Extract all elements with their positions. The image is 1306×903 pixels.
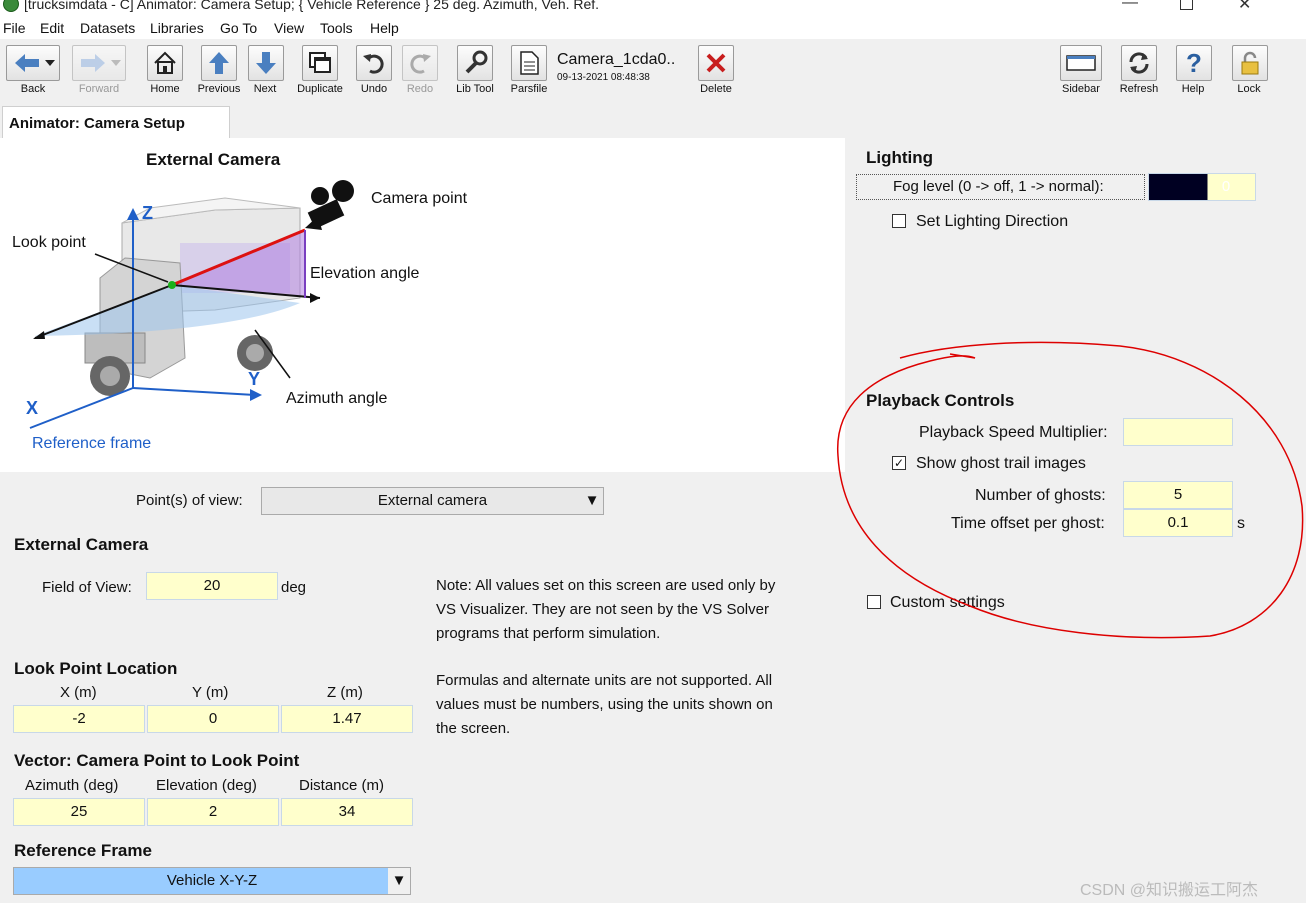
parsfile-button[interactable]: Parsfile — [508, 45, 550, 95]
redo-button[interactable]: Redo — [402, 45, 438, 95]
next-button[interactable]: Next — [248, 45, 284, 95]
menu-file[interactable]: File — [3, 20, 26, 36]
pov-value: External camera — [377, 492, 488, 509]
look-y-input[interactable]: 0 — [147, 705, 279, 733]
set-lighting-checkbox[interactable] — [892, 214, 906, 228]
sidebar-button[interactable]: Sidebar — [1060, 45, 1102, 95]
document-icon — [511, 45, 547, 81]
chevron-down-icon: ▼ — [584, 492, 600, 509]
chevron-down-icon: ▼ — [388, 868, 410, 894]
redo-icon — [402, 45, 438, 81]
reference-frame-label: Reference frame — [32, 435, 152, 452]
look-z-input[interactable]: 1.47 — [281, 705, 413, 733]
back-button[interactable]: Back — [6, 45, 60, 95]
delete-button[interactable]: Delete — [696, 45, 736, 95]
refresh-button[interactable]: Refresh — [1118, 45, 1160, 95]
watermark: CSDN @知识搬运工阿杰 — [1080, 882, 1259, 899]
lock-button[interactable]: Lock — [1232, 45, 1268, 95]
home-button[interactable]: Home — [146, 45, 184, 95]
y-axis-label: Y — [248, 369, 261, 389]
look-z-col: Z (m) — [327, 684, 363, 701]
fov-unit: deg — [281, 579, 307, 596]
arrow-right-icon — [72, 45, 126, 81]
minimize-icon[interactable]: — — [1122, 0, 1138, 12]
look-x-col: X (m) — [60, 684, 97, 701]
elevation-col: Elevation (deg) — [156, 777, 257, 794]
home-icon — [147, 45, 183, 81]
red-annotation-circle — [837, 341, 1304, 639]
x-axis-label: X — [26, 398, 39, 418]
toolbar: Back Forward Home Previous Next Duplicat… — [0, 39, 1270, 101]
duplicate-button[interactable]: Duplicate — [294, 45, 346, 95]
camera-diagram: External Camera Camera point Look point … — [0, 138, 845, 472]
previous-button[interactable]: Previous — [196, 45, 242, 95]
vector-header: Vector: Camera Point to Look Point — [14, 751, 300, 770]
elevation-angle-label: Elevation angle — [310, 265, 420, 282]
look-point-label: Look point — [12, 234, 86, 251]
maximize-icon[interactable] — [1180, 0, 1193, 10]
help-question-icon: ? — [1176, 45, 1212, 81]
note-paragraph-2: Formulas and alternate units are not sup… — [436, 672, 773, 737]
dataset-date: 09-13-2021 08:48:38 — [557, 72, 650, 83]
pov-dropdown[interactable]: External camera ▼ — [261, 487, 604, 515]
arrow-down-icon — [248, 45, 284, 81]
look-point-header: Look Point Location — [14, 659, 178, 678]
menu-view[interactable]: View — [274, 20, 304, 36]
title-bar: [trucksimdata - C] Animator: Camera Setu… — [0, 0, 1306, 17]
azimuth-col: Azimuth (deg) — [25, 777, 119, 794]
arrow-left-icon — [6, 45, 60, 81]
forward-button[interactable]: Forward — [72, 45, 126, 95]
look-x-input[interactable]: -2 — [13, 705, 145, 733]
pov-label: Point(s) of view: — [136, 492, 243, 509]
help-button[interactable]: ? Help — [1176, 45, 1212, 95]
reference-frame-value: Vehicle X-Y-Z — [166, 872, 258, 889]
duplicate-icon — [302, 45, 338, 81]
close-icon[interactable]: ✕ — [1238, 0, 1251, 14]
dataset-name: Camera_1cda0.. — [557, 51, 676, 68]
refresh-icon — [1121, 45, 1157, 81]
lighting-header: Lighting — [866, 148, 934, 167]
delete-x-icon — [698, 45, 734, 81]
wrench-icon — [457, 45, 493, 81]
menu-edit[interactable]: Edit — [40, 20, 64, 36]
fog-input[interactable]: 0 — [1148, 173, 1256, 201]
azimuth-input[interactable]: 25 — [13, 798, 145, 826]
menu-libraries[interactable]: Libraries — [150, 20, 204, 36]
azimuth-angle-label: Azimuth angle — [286, 390, 388, 407]
menu-datasets[interactable]: Datasets — [80, 20, 135, 36]
fov-label: Field of View: — [42, 579, 132, 596]
note-paragraph-1: Note: All values set on this screen are … — [436, 577, 776, 642]
menu-bar: File Edit Datasets Libraries Go To View … — [0, 17, 1306, 39]
fov-input[interactable]: 20 — [146, 572, 278, 600]
truck-diagram-graphic — [29, 180, 354, 429]
window-title: [trucksimdata - C] Animator: Camera Setu… — [24, 0, 600, 12]
distance-col: Distance (m) — [299, 777, 385, 794]
menu-tools[interactable]: Tools — [320, 20, 353, 36]
fog-label: Fog level (0 -> off, 1 -> normal): — [856, 174, 1145, 200]
z-axis-label: Z — [142, 203, 153, 223]
elevation-input[interactable]: 2 — [147, 798, 279, 826]
reference-frame-header: Reference Frame — [14, 841, 152, 860]
camera-point-label: Camera point — [371, 190, 468, 207]
sidebar-icon — [1060, 45, 1102, 81]
diagram-title: External Camera — [146, 150, 281, 169]
look-y-col: Y (m) — [192, 684, 229, 701]
lib-tool-button[interactable]: Lib Tool — [452, 45, 498, 95]
tab-camera-setup[interactable]: Animator: Camera Setup — [2, 106, 230, 138]
menu-goto[interactable]: Go To — [220, 20, 257, 36]
undo-button[interactable]: Undo — [356, 45, 392, 95]
menu-help[interactable]: Help — [370, 20, 399, 36]
tab-strip: Animator: Camera Setup — [0, 104, 1270, 139]
set-lighting-label: Set Lighting Direction — [916, 213, 1069, 230]
app-icon — [3, 0, 19, 12]
undo-icon — [356, 45, 392, 81]
distance-input[interactable]: 34 — [281, 798, 413, 826]
reference-frame-dropdown[interactable]: Vehicle X-Y-Z ▼ — [13, 867, 411, 895]
arrow-up-icon — [201, 45, 237, 81]
lock-icon — [1232, 45, 1268, 81]
external-camera-header: External Camera — [14, 535, 149, 554]
